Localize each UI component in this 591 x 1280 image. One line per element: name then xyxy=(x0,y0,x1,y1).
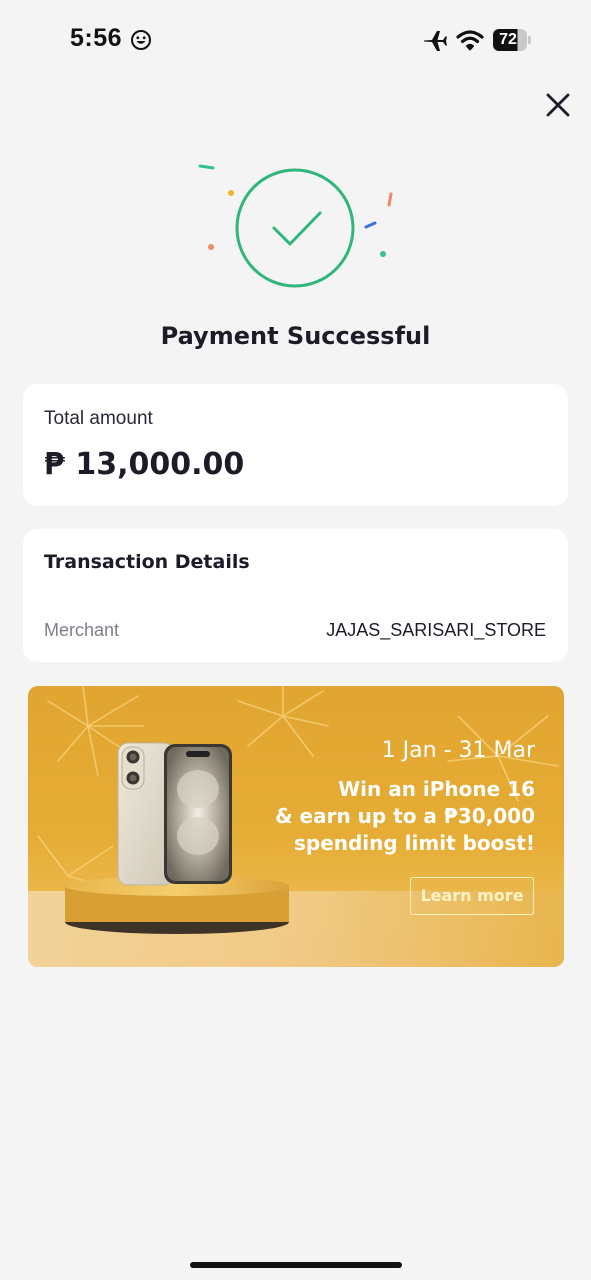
smiley-icon xyxy=(130,29,152,56)
confetti xyxy=(198,164,393,257)
transaction-details-card: Transaction Details Merchant JAJAS_SARIS… xyxy=(23,529,568,662)
promo-headline-line: & earn up to a ₱30,000 xyxy=(275,804,535,828)
merchant-label: Merchant xyxy=(44,620,120,640)
battery-tip xyxy=(528,36,531,44)
airplane-icon xyxy=(422,29,448,58)
battery-icon: 72 xyxy=(493,29,531,51)
wifi-icon xyxy=(456,29,484,56)
merchant-value: JAJAS_SARISARI_STORE xyxy=(326,620,546,640)
amount-label: Total amount xyxy=(44,408,153,429)
status-bar: 5:56 72 xyxy=(0,0,591,80)
learn-more-button[interactable]: Learn more xyxy=(410,877,534,915)
success-graphic xyxy=(195,155,405,300)
amount-card: Total amount ₱ 13,000.00 xyxy=(23,384,568,506)
promo-headline: Win an iPhone 16 & earn up to a ₱30,000 … xyxy=(215,776,535,857)
home-indicator xyxy=(190,1262,402,1268)
close-button[interactable] xyxy=(541,88,575,122)
status-time: 5:56 xyxy=(70,24,123,52)
promo-headline-line: spending limit boost! xyxy=(293,831,535,855)
promo-banner[interactable]: 1 Jan - 31 Mar Win an iPhone 16 & earn u… xyxy=(28,686,564,967)
battery-level: 72 xyxy=(499,31,517,48)
page-title: Payment Successful xyxy=(160,322,431,350)
close-icon xyxy=(546,93,570,117)
podium-graphic xyxy=(65,876,289,934)
check-circle-icon xyxy=(235,168,355,288)
promo-headline-line: Win an iPhone 16 xyxy=(338,777,535,801)
promo-dates: 1 Jan - 31 Mar xyxy=(381,738,535,763)
amount-value: ₱ 13,000.00 xyxy=(44,447,245,482)
transaction-details-title: Transaction Details xyxy=(44,551,250,573)
